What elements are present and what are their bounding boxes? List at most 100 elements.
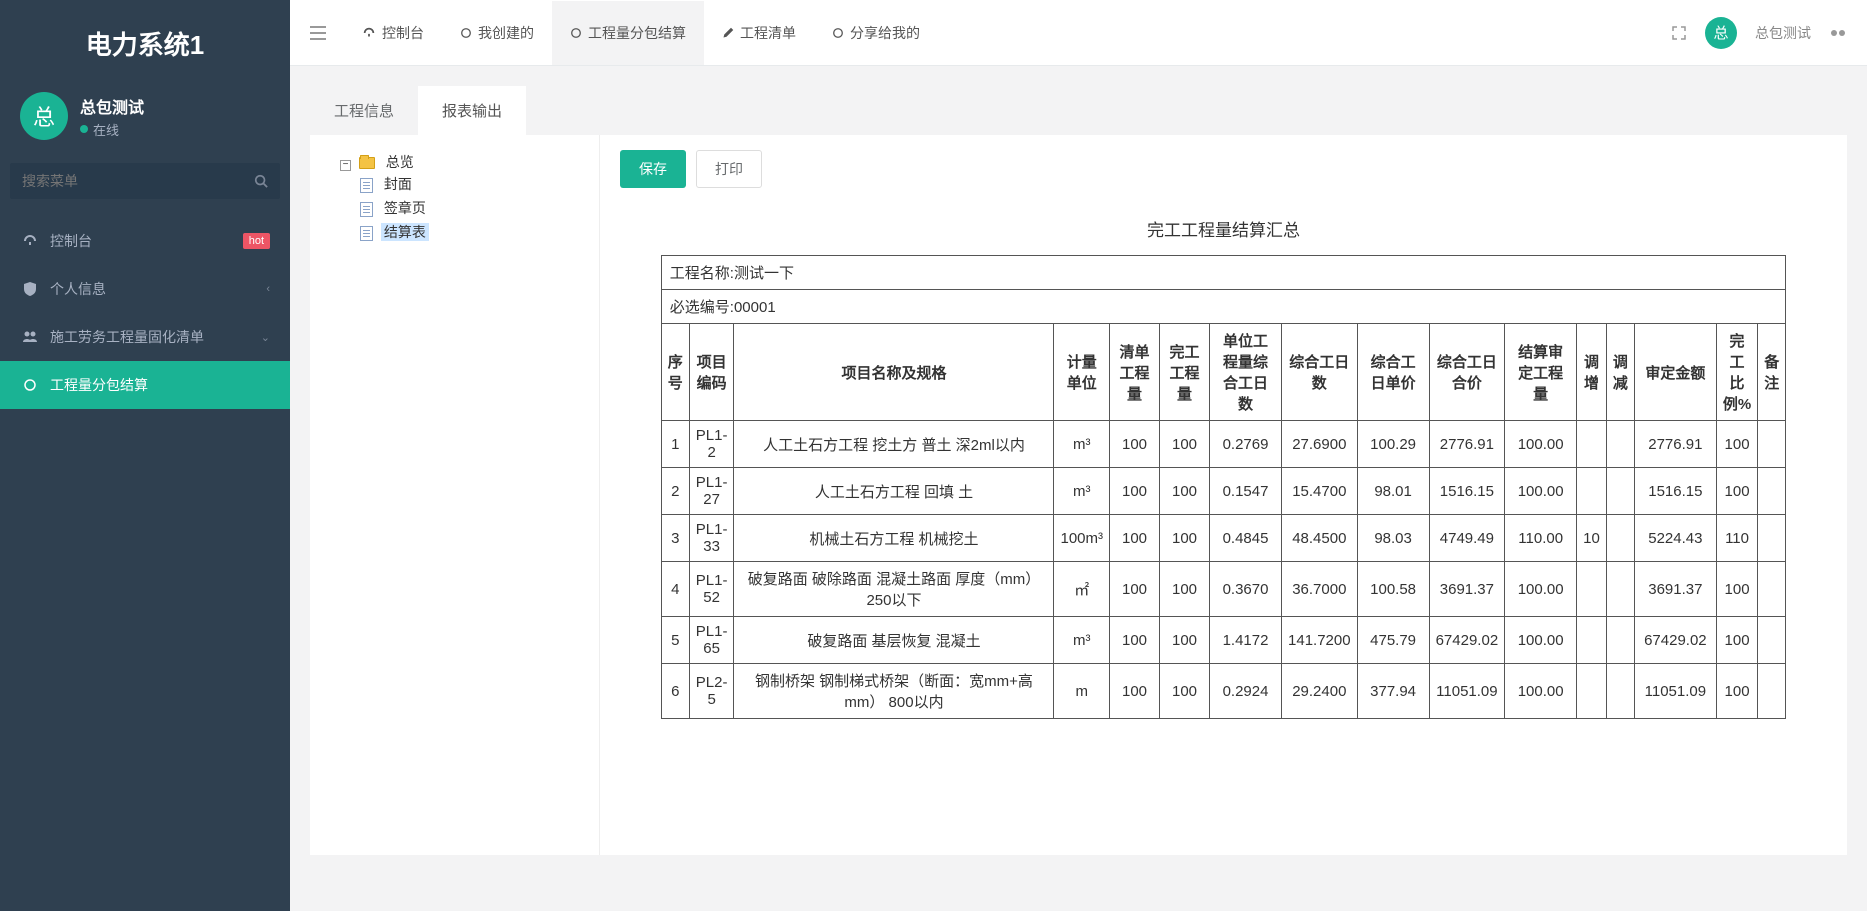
- table-row: 5PL1-65破复路面 基层恢复 混凝土m³1001001.4172141.72…: [661, 617, 1785, 664]
- sidebar-item-settlement[interactable]: 工程量分包结算: [0, 361, 290, 409]
- cell-d: 27.6900: [1282, 421, 1358, 468]
- topbar-avatar[interactable]: 总: [1705, 17, 1737, 49]
- cell-u: 0.4845: [1210, 515, 1282, 562]
- sidebar-item-dashboard[interactable]: 控制台 hot: [0, 217, 290, 265]
- cell-aq: 100.00: [1505, 617, 1577, 664]
- cell-q1: 100: [1110, 515, 1160, 562]
- save-button[interactable]: 保存: [620, 150, 686, 188]
- report-actions: 保存 打印: [620, 150, 1827, 188]
- sidebar-item-profile[interactable]: 个人信息 ‹: [0, 265, 290, 313]
- collapse-icon[interactable]: −: [340, 160, 351, 171]
- topnav-created[interactable]: 我创建的: [442, 1, 552, 65]
- circle-o-icon: [570, 27, 582, 39]
- tree-item-seal[interactable]: 签章页: [360, 196, 589, 220]
- cell-amt: 67429.02: [1634, 617, 1716, 664]
- avatar: 总: [20, 92, 68, 140]
- cell-p: 377.94: [1357, 664, 1429, 719]
- cell-p: 98.03: [1357, 515, 1429, 562]
- cell-note: [1758, 515, 1786, 562]
- search-input[interactable]: [22, 173, 254, 189]
- topnav-settlement[interactable]: 工程量分包结算: [552, 1, 704, 65]
- menu-toggle-icon[interactable]: [310, 26, 326, 40]
- hot-badge: hot: [243, 233, 270, 249]
- cell-u: 0.1547: [1210, 468, 1282, 515]
- cell-pct: 100: [1716, 468, 1757, 515]
- topnav-dashboard[interactable]: 控制台: [344, 1, 442, 65]
- col-pct: 完工比例%: [1716, 324, 1757, 421]
- file-icon: [360, 178, 373, 193]
- cell-q1: 100: [1110, 421, 1160, 468]
- circle-o-icon: [20, 378, 40, 392]
- table-row: 1PL1-2人工土石方工程 挖土方 普土 深2ml以内m³1001000.276…: [661, 421, 1785, 468]
- cell-pct: 100: [1716, 664, 1757, 719]
- topbar: 控制台 我创建的 工程量分包结算 工程清单 分享给我的: [290, 0, 1867, 66]
- tree-item-cover[interactable]: 封面: [360, 172, 589, 196]
- tab-report-output[interactable]: 报表输出: [418, 86, 526, 135]
- cell-d: 29.2400: [1282, 664, 1358, 719]
- cell-aq: 100.00: [1505, 421, 1577, 468]
- cell-d: 15.4700: [1282, 468, 1358, 515]
- folder-icon: [359, 157, 375, 169]
- cell-amt: 1516.15: [1634, 468, 1716, 515]
- tree-root-label: 总览: [383, 153, 417, 171]
- cell-p: 98.01: [1357, 468, 1429, 515]
- cell-inc: [1577, 468, 1607, 515]
- gears-icon[interactable]: [1829, 25, 1847, 41]
- sidebar-item-label: 个人信息: [50, 279, 106, 299]
- cell-aq: 100.00: [1505, 468, 1577, 515]
- print-button[interactable]: 打印: [696, 150, 762, 188]
- cell-seq: 2: [661, 468, 689, 515]
- tree-root[interactable]: − 总览 封面: [340, 150, 589, 246]
- tab-project-info[interactable]: 工程信息: [310, 86, 418, 135]
- cell-seq: 5: [661, 617, 689, 664]
- cell-inc: [1577, 664, 1607, 719]
- cell-dec: [1606, 562, 1634, 617]
- sidebar-item-labor-list[interactable]: 施工劳务工程量固化清单 ⌄: [0, 313, 290, 361]
- cell-code: PL2-5: [689, 664, 734, 719]
- topbar-user-name[interactable]: 总包测试: [1755, 23, 1811, 43]
- users-icon: [20, 329, 40, 345]
- cell-inc: 10: [1577, 515, 1607, 562]
- topnav-label: 工程清单: [740, 23, 796, 43]
- cell-q2: 100: [1160, 562, 1210, 617]
- shield-icon: [20, 281, 40, 297]
- user-panel[interactable]: 总 总包测试 在线: [0, 82, 290, 155]
- pencil-icon: [722, 27, 734, 39]
- search-icon[interactable]: [254, 174, 268, 188]
- cell-dec: [1606, 468, 1634, 515]
- tree-item-label: 结算表: [381, 223, 429, 241]
- cell-p: 100.29: [1357, 421, 1429, 468]
- cell-amt: 11051.09: [1634, 664, 1716, 719]
- file-icon: [360, 226, 373, 241]
- cell-code: PL1-27: [689, 468, 734, 515]
- cell-pct: 100: [1716, 617, 1757, 664]
- cell-code: PL1-2: [689, 421, 734, 468]
- cell-q1: 100: [1110, 664, 1160, 719]
- expand-icon[interactable]: [1671, 25, 1687, 41]
- table-row: 3PL1-33机械土石方工程 机械挖土100m³1001000.484548.4…: [661, 515, 1785, 562]
- tree-item-label: 签章页: [381, 199, 429, 217]
- file-icon: [360, 202, 373, 217]
- cell-seq: 1: [661, 421, 689, 468]
- col-days: 综合工日数: [1282, 324, 1358, 421]
- circle-o-icon: [832, 27, 844, 39]
- search-box[interactable]: [10, 163, 280, 199]
- cell-unit: m³: [1054, 468, 1110, 515]
- cell-pct: 110: [1716, 515, 1757, 562]
- table-row: 4PL1-52破复路面 破除路面 混凝土路面 厚度（mm） 250以下㎡1001…: [661, 562, 1785, 617]
- cell-q2: 100: [1160, 421, 1210, 468]
- cell-amt: 3691.37: [1634, 562, 1716, 617]
- report-title: 完工工程量结算汇总: [661, 216, 1786, 241]
- tree-item-settlement[interactable]: 结算表: [360, 220, 589, 244]
- cell-q1: 100: [1110, 617, 1160, 664]
- table-header-row: 序号 项目编码 项目名称及规格 计量单位 清单工程量 完工工程量 单位工程量综合…: [661, 324, 1785, 421]
- cell-q2: 100: [1160, 468, 1210, 515]
- topnav-list[interactable]: 工程清单: [704, 1, 814, 65]
- topnav-shared[interactable]: 分享给我的: [814, 1, 938, 65]
- col-unit-days: 单位工程量综合工日数: [1210, 324, 1282, 421]
- col-q2: 完工工程量: [1160, 324, 1210, 421]
- tree-pane: − 总览 封面: [310, 135, 600, 855]
- cell-name: 人工土石方工程 挖土方 普土 深2ml以内: [734, 421, 1054, 468]
- cell-unit: 100m³: [1054, 515, 1110, 562]
- report-table: 工程名称:测试一下 必选编号:00001: [661, 255, 1786, 719]
